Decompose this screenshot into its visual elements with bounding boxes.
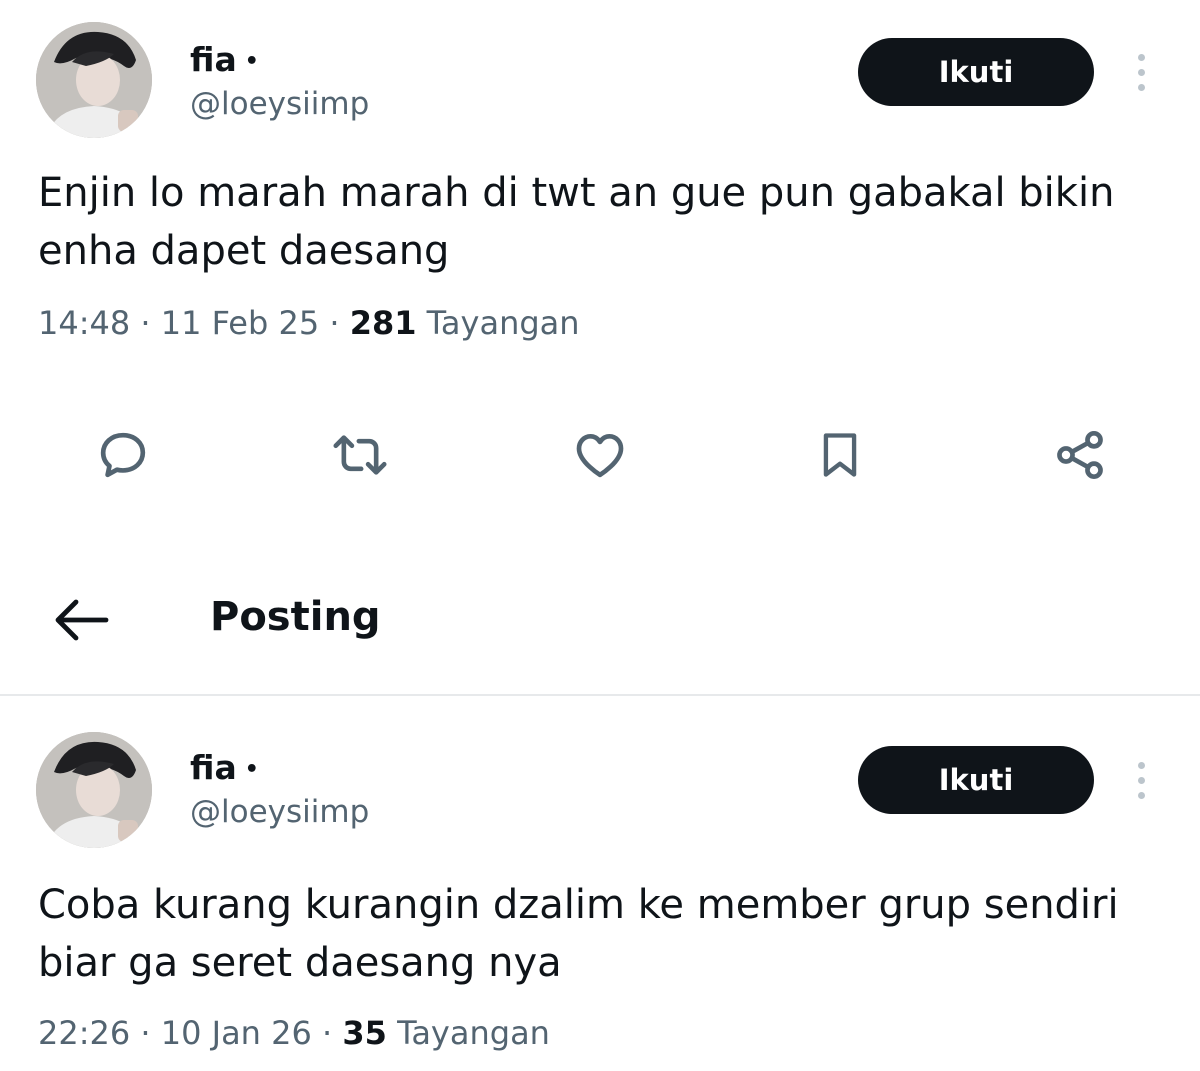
action-bar xyxy=(0,425,1200,485)
bookmark-icon[interactable] xyxy=(810,425,870,485)
tweet-text: Coba kurang kurangin dzalim ke member gr… xyxy=(38,882,1119,986)
reply-icon[interactable] xyxy=(93,425,153,485)
meta-separator: · xyxy=(322,1014,333,1052)
tweet-time[interactable]: 14:48 xyxy=(38,304,130,342)
post-header: Posting xyxy=(0,570,1200,696)
tweet-date[interactable]: 10 Jan 26 xyxy=(161,1014,312,1052)
follow-button[interactable]: Ikuti xyxy=(858,746,1094,814)
tweet-date[interactable]: 11 Feb 25 xyxy=(161,304,319,342)
tweet-time[interactable]: 22:26 xyxy=(38,1014,130,1052)
follow-button[interactable]: Ikuti xyxy=(858,38,1094,106)
meta-separator: · xyxy=(140,1014,151,1052)
arrow-left-icon[interactable] xyxy=(50,592,114,648)
tweet: fia • @loeysiimp Ikuti Coba kurang kurang… xyxy=(0,700,1200,1071)
retweet-icon[interactable] xyxy=(330,425,390,485)
views-label: Tayangan xyxy=(426,304,580,342)
views-label: Tayangan xyxy=(397,1014,550,1052)
avatar[interactable] xyxy=(36,22,152,138)
display-name[interactable]: fia • xyxy=(190,40,259,79)
like-icon[interactable] xyxy=(570,425,630,485)
tweet-text: Enjin lo marah marah di twt an gue pun g… xyxy=(38,170,1115,274)
display-name-text: fia xyxy=(190,748,237,787)
more-options-icon[interactable] xyxy=(1126,755,1156,805)
views-count: 35 xyxy=(342,1014,387,1052)
more-options-icon[interactable] xyxy=(1126,47,1156,97)
avatar[interactable] xyxy=(36,732,152,848)
tweet-meta: 22:26 · 10 Jan 26 · 35 Tayangan xyxy=(38,1014,550,1052)
user-handle[interactable]: @loeysiimp xyxy=(190,86,369,122)
views-count: 281 xyxy=(349,304,417,342)
tweet-meta: 14:48 · 11 Feb 25 · 281 Tayangan xyxy=(38,304,580,342)
name-dot: • xyxy=(244,757,259,782)
page-title: Posting xyxy=(210,594,381,640)
display-name[interactable]: fia • xyxy=(190,748,259,787)
display-name-text: fia xyxy=(190,40,237,79)
meta-separator: · xyxy=(329,304,340,342)
user-handle[interactable]: @loeysiimp xyxy=(190,794,369,830)
meta-separator: · xyxy=(140,304,151,342)
tweet: fia • @loeysiimp Ikuti Enjin lo marah mar… xyxy=(0,0,1200,560)
name-dot: • xyxy=(244,49,259,74)
share-icon[interactable] xyxy=(1050,425,1110,485)
